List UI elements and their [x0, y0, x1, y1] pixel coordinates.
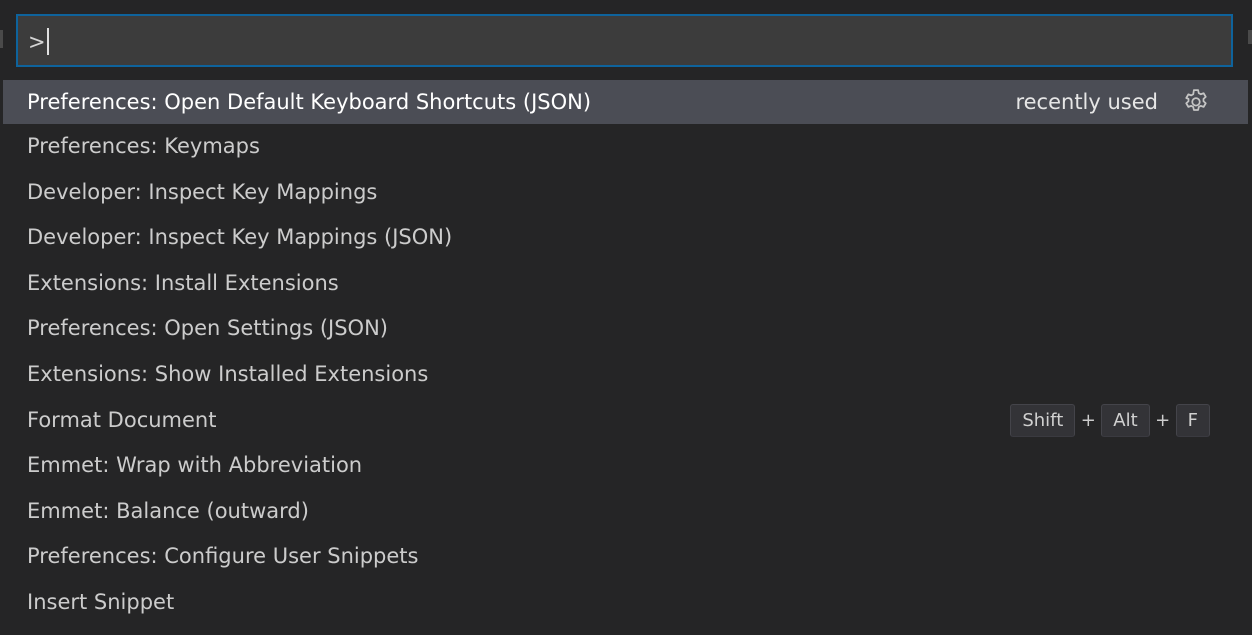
- keybinding-key: Shift: [1010, 403, 1076, 437]
- command-item-meta: Shift + Alt + F: [1010, 398, 1212, 444]
- command-item-label: Developer: Inspect Key Mappings: [27, 179, 378, 204]
- command-input-value: >: [28, 30, 46, 54]
- command-item-label: Format Document: [27, 407, 217, 432]
- command-item[interactable]: Developer: Inspect Key Mappings: [3, 170, 1248, 216]
- command-item[interactable]: Preferences: Keymaps: [3, 124, 1248, 170]
- command-item[interactable]: Preferences: Open Default Keyboard Short…: [3, 80, 1248, 124]
- command-item-label: Emmet: Balance (outward): [27, 498, 309, 523]
- text-caret: [46, 28, 49, 55]
- keybinding-key: F: [1175, 403, 1210, 437]
- keybinding-separator: +: [1080, 409, 1096, 431]
- command-input-box[interactable]: >: [16, 14, 1233, 67]
- command-item-label: Preferences: Keymaps: [27, 134, 260, 158]
- command-item[interactable]: Preferences: Configure User Snippets: [3, 534, 1248, 580]
- left-edge-divider: [0, 30, 3, 48]
- command-item[interactable]: Developer: Inspect Key Mappings (JSON): [3, 215, 1248, 261]
- command-list: Preferences: Open Default Keyboard Short…: [3, 80, 1248, 626]
- command-item[interactable]: Extensions: Show Installed Extensions: [3, 352, 1248, 398]
- command-item-label: Insert Snippet: [27, 589, 175, 614]
- command-item-label: Preferences: Open Settings (JSON): [27, 316, 388, 341]
- command-item[interactable]: Emmet: Wrap with Abbreviation: [3, 443, 1248, 489]
- command-item[interactable]: Extensions: Install Extensions: [3, 261, 1248, 307]
- command-item[interactable]: Preferences: Open Settings (JSON): [3, 306, 1248, 352]
- command-item[interactable]: Insert Snippet: [3, 580, 1248, 626]
- command-item[interactable]: Format Document Shift + Alt + F: [3, 398, 1248, 444]
- command-item[interactable]: Emmet: Balance (outward): [3, 489, 1248, 535]
- keybinding-key: Alt: [1101, 403, 1150, 437]
- right-edge-divider: [1248, 30, 1252, 44]
- command-item-label: Emmet: Wrap with Abbreviation: [27, 453, 363, 478]
- command-item-meta: recently used: [1015, 80, 1212, 124]
- command-item-label: Preferences: Open Default Keyboard Short…: [27, 90, 592, 114]
- command-item-label: Developer: Inspect Key Mappings (JSON): [27, 225, 453, 250]
- gear-icon[interactable]: [1180, 86, 1212, 118]
- command-item-label: Extensions: Install Extensions: [27, 270, 339, 295]
- command-item-label: Preferences: Configure User Snippets: [27, 544, 419, 569]
- command-item-label: Extensions: Show Installed Extensions: [27, 361, 429, 386]
- command-input-field[interactable]: >: [28, 28, 49, 56]
- keybinding: Shift + Alt + F: [1010, 398, 1210, 444]
- keybinding-separator: +: [1155, 409, 1171, 431]
- recently-used-label: recently used: [1015, 90, 1158, 114]
- command-palette: > Preferences: Open Default Keyboard Sho…: [0, 0, 1252, 635]
